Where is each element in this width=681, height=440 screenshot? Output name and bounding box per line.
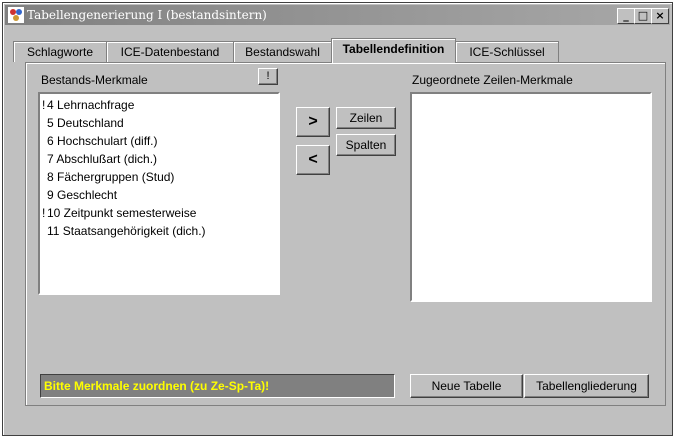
close-icon: × xyxy=(655,9,665,22)
minimize-button[interactable]: _ xyxy=(617,8,635,24)
arrow-left-icon: < xyxy=(308,151,318,168)
tab-panel-tabellendefinition: Bestands-Merkmale ! ! 4 Lehrnachfrage 5 D… xyxy=(25,62,666,406)
tab-ice-schluessel[interactable]: ICE-Schlüssel xyxy=(455,41,559,62)
title-bar[interactable]: Tabellengenerierung I (bestandsintern) _… xyxy=(5,5,670,25)
arrow-right-icon: > xyxy=(308,113,318,130)
new-table-button[interactable]: Neue Tabelle xyxy=(410,374,523,398)
list-item[interactable]: 9 Geschlecht xyxy=(42,186,117,204)
app-window: Tabellengenerierung I (bestandsintern) _… xyxy=(2,2,673,436)
info-button[interactable]: ! xyxy=(258,68,278,85)
add-feature-button[interactable]: > xyxy=(296,107,330,137)
tab-bestandswahl[interactable]: Bestandswahl xyxy=(233,41,332,62)
tab-ice-datenbestand[interactable]: ICE-Datenbestand xyxy=(106,41,234,62)
tab-tabellendefinition[interactable]: Tabellendefinition xyxy=(331,38,456,63)
maximize-icon: □ xyxy=(637,9,649,22)
status-message: Bitte Merkmale zuordnen (zu Ze-Sp-Ta)! xyxy=(40,374,395,398)
remove-feature-button[interactable]: < xyxy=(296,145,330,175)
list-item[interactable]: 5 Deutschland xyxy=(42,114,124,132)
tab-schlagworte[interactable]: Schlagworte xyxy=(13,41,107,62)
columns-button[interactable]: Spalten xyxy=(336,134,396,156)
table-structure-button[interactable]: Tabellengliederung xyxy=(524,374,649,398)
list-item[interactable]: ! 4 Lehrnachfrage xyxy=(42,96,134,114)
list-item[interactable]: ! 10 Zeitpunkt semesterweise xyxy=(42,204,196,222)
right-list-label: Zugeordnete Zeilen-Merkmale xyxy=(412,73,573,87)
list-item[interactable]: 6 Hochschulart (diff.) xyxy=(42,132,158,150)
close-button[interactable]: × xyxy=(651,8,669,24)
rows-button[interactable]: Zeilen xyxy=(336,107,396,129)
left-list-label: Bestands-Merkmale xyxy=(41,73,148,87)
app-icon xyxy=(8,7,24,23)
list-item[interactable]: 7 Abschlußart (dich.) xyxy=(42,150,157,168)
maximize-button[interactable]: □ xyxy=(634,8,652,24)
list-item[interactable]: 8 Fächergruppen (Stud) xyxy=(42,168,174,186)
assigned-row-features-list[interactable] xyxy=(410,92,652,302)
window-title: Tabellengenerierung I (bestandsintern) xyxy=(27,8,267,22)
list-item[interactable]: 11 Staatsangehörigkeit (dich.) xyxy=(42,222,206,240)
available-features-list[interactable]: ! 4 Lehrnachfrage 5 Deutschland 6 Hochsch… xyxy=(38,92,280,295)
minimize-icon: _ xyxy=(623,9,629,22)
